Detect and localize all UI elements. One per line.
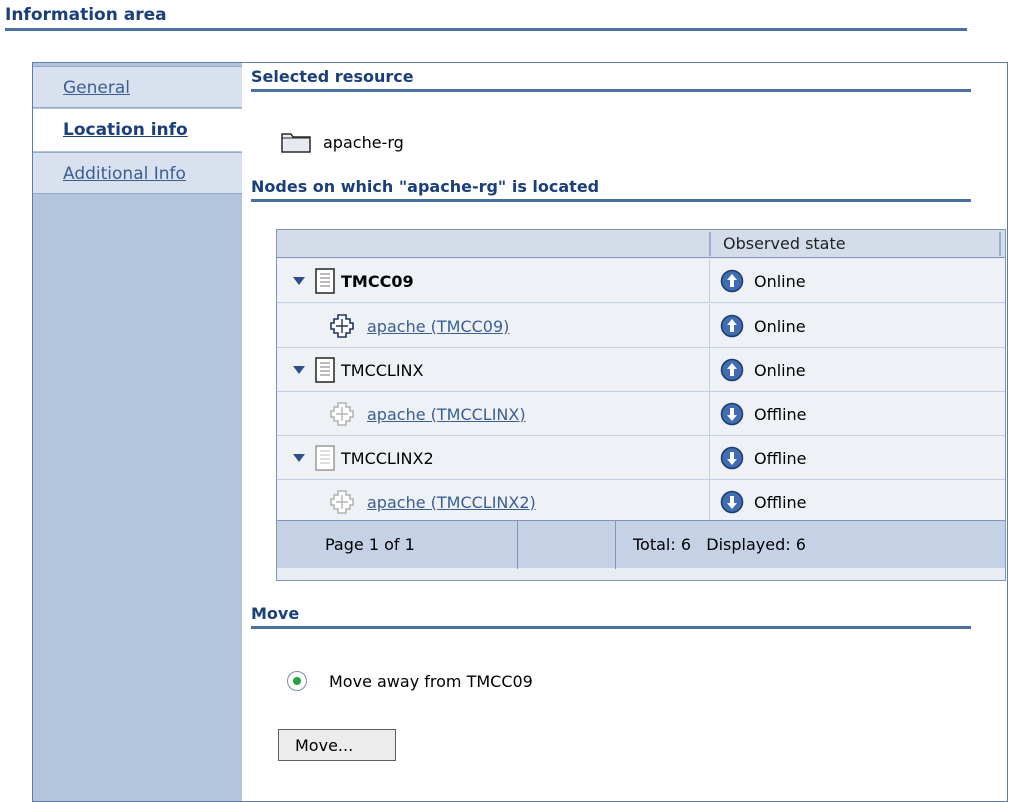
selected-resource-heading: Selected resource [251, 67, 971, 92]
table-row: TMCCLINX2 Offline [277, 436, 1005, 480]
table-row: apache (TMCC09) Online [277, 304, 1005, 348]
information-area-rule [5, 28, 967, 31]
table-header: Observed state [277, 230, 1005, 258]
table-row: TMCCLINX Online [277, 348, 1005, 392]
move-heading: Move [251, 604, 971, 629]
move-away-radio[interactable] [287, 671, 307, 691]
nodes-table: Observed state TMCC09 Online apache (TMC… [276, 229, 1006, 581]
observed-state: Offline [754, 492, 807, 512]
table-footer: Page 1 of 1 Total: 6 Displayed: 6 [277, 520, 1005, 569]
observed-state: Offline [754, 448, 807, 468]
resource-link-apache-tmcclinx[interactable]: apache (TMCCLINX) [367, 405, 526, 424]
observed-state: Online [754, 271, 806, 291]
observed-state: Online [754, 360, 806, 380]
online-state-icon [720, 358, 744, 382]
move-away-label[interactable]: Move away from TMCC09 [329, 672, 533, 691]
offline-state-icon [720, 490, 744, 514]
server-offline-icon [315, 445, 335, 471]
column-header-observed-state[interactable]: Observed state [709, 232, 1001, 256]
table-row: apache (TMCCLINX2) Offline [277, 480, 1005, 524]
online-state-icon [720, 269, 744, 293]
collapse-triangle-icon[interactable] [293, 277, 305, 285]
observed-state: Offline [754, 404, 807, 424]
resource-link-apache-tmcclinx2[interactable]: apache (TMCCLINX2) [367, 493, 536, 512]
move-option[interactable]: Move away from TMCC09 [287, 671, 533, 691]
selected-resource: apache-rg [281, 131, 404, 153]
collapse-triangle-icon[interactable] [293, 366, 305, 374]
tab-location-info[interactable]: Location info [33, 109, 242, 151]
collapse-triangle-icon[interactable] [293, 454, 305, 462]
table-row: apache (TMCCLINX) Offline [277, 392, 1005, 436]
footer-divider [517, 521, 518, 569]
selected-resource-name: apache-rg [323, 132, 404, 152]
footer-divider [615, 521, 616, 569]
node-name: TMCCLINX2 [341, 448, 434, 468]
location-info-content: Selected resource apache-rg Nodes on whi… [251, 63, 1006, 801]
details-panel: General Location info Additional Info Se… [32, 62, 1008, 802]
row-totals: Total: 6 Displayed: 6 [633, 535, 806, 554]
resource-offline-icon [330, 402, 354, 426]
node-name: TMCCLINX [341, 360, 424, 380]
table-row: TMCC09 Online [277, 259, 1005, 303]
observed-state: Online [754, 316, 806, 336]
offline-state-icon [720, 402, 744, 426]
tab-additional-info[interactable]: Additional Info [33, 152, 242, 194]
tab-general[interactable]: General [33, 66, 242, 108]
resource-link-apache-tmcc09[interactable]: apache (TMCC09) [367, 317, 509, 336]
information-area-title: Information area [5, 5, 167, 25]
node-name: TMCC09 [341, 271, 414, 291]
resource-offline-icon [330, 490, 354, 514]
folder-icon [281, 133, 311, 153]
online-state-icon [720, 314, 744, 338]
tab-sidebar: General Location info Additional Info [33, 63, 242, 801]
nodes-heading: Nodes on which "apache-rg" is located [251, 177, 971, 202]
offline-state-icon [720, 446, 744, 470]
move-button[interactable]: Move... [278, 729, 396, 761]
server-icon [315, 268, 335, 294]
resource-online-icon [330, 314, 354, 338]
server-icon [315, 357, 335, 383]
page-indicator: Page 1 of 1 [325, 535, 415, 554]
